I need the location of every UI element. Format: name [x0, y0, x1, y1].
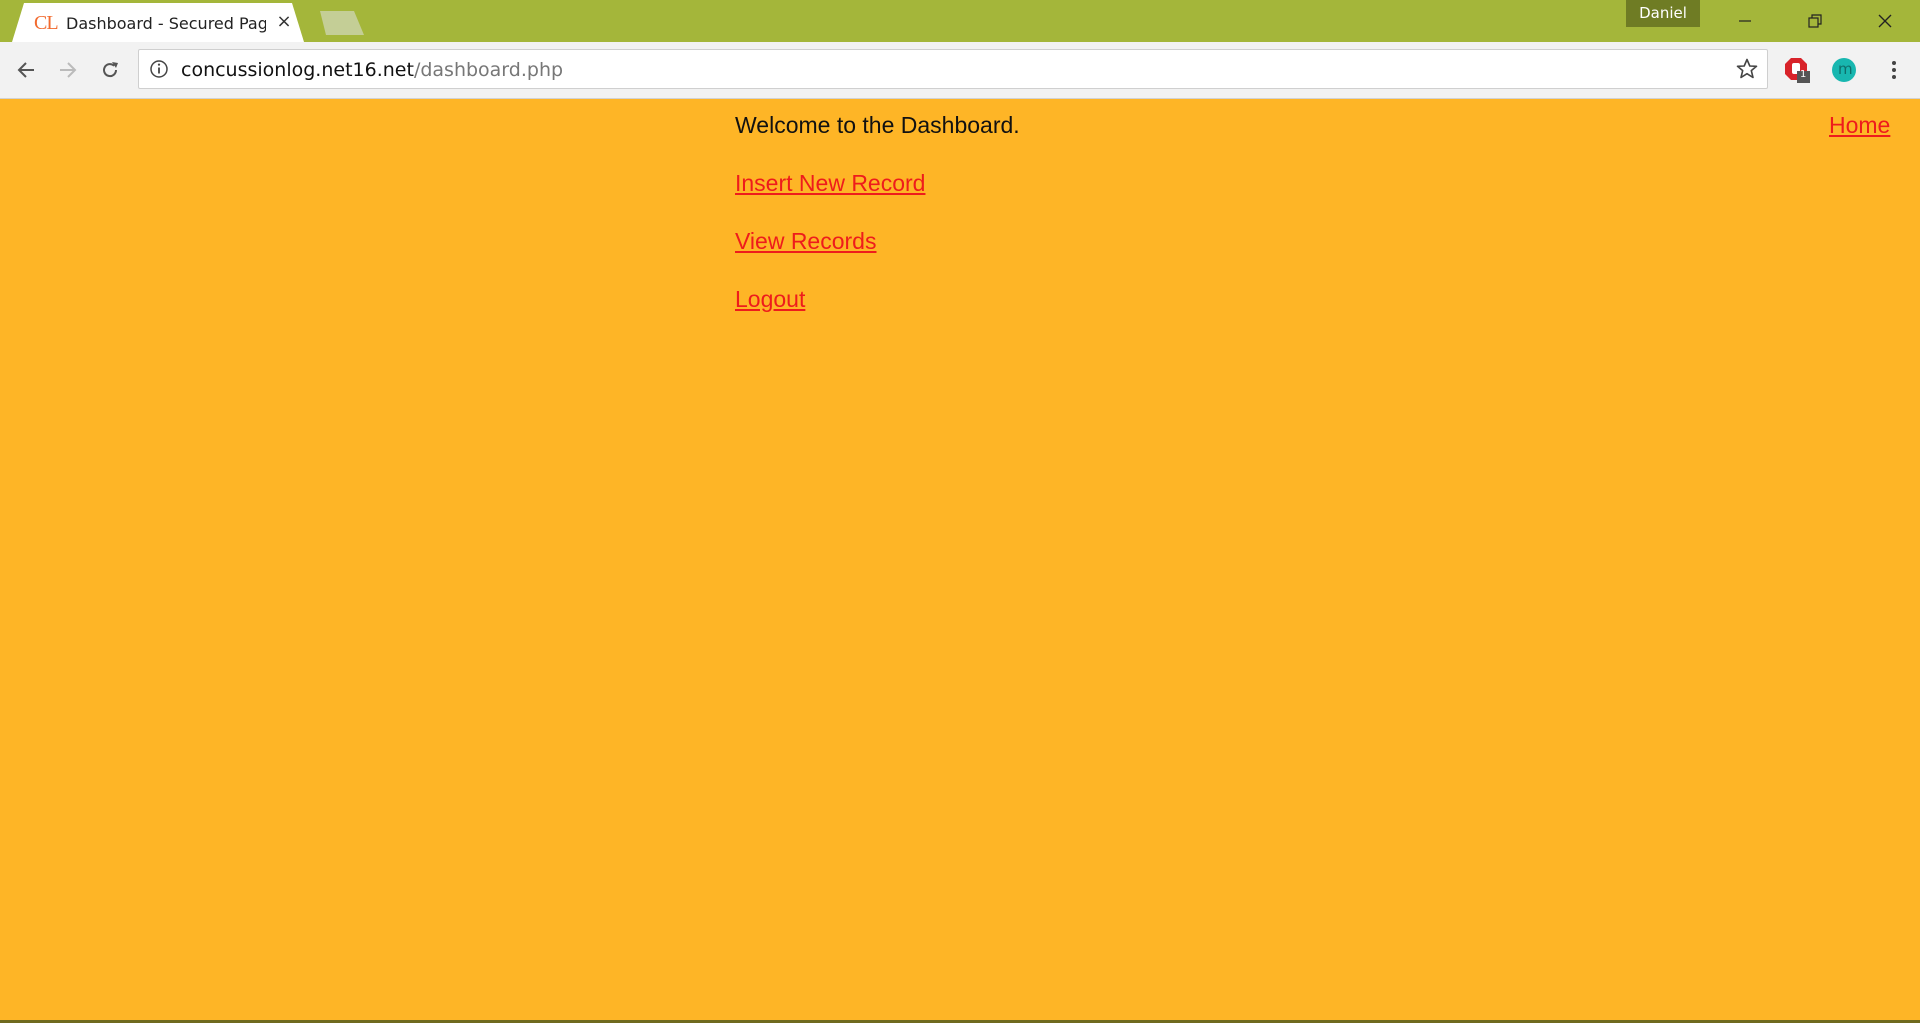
browser-titlebar: CL Dashboard - Secured Page × Daniel	[0, 0, 1920, 42]
close-window-icon[interactable]	[1850, 0, 1920, 42]
profile-button[interactable]: Daniel	[1626, 0, 1700, 27]
browser-toolbar: concussionlog.net16.net/dashboard.php 1 …	[0, 42, 1920, 99]
view-records-link[interactable]: View Records	[735, 228, 876, 255]
insert-new-record-link[interactable]: Insert New Record	[735, 170, 925, 197]
tab-close-icon[interactable]: ×	[274, 12, 294, 32]
browser-menu-icon[interactable]	[1876, 52, 1912, 88]
m-extension-icon[interactable]: m	[1830, 56, 1858, 84]
extension-badge: 1	[1800, 69, 1807, 80]
adblock-extension-icon[interactable]: 1	[1783, 56, 1811, 84]
site-info-icon[interactable]	[149, 59, 169, 79]
welcome-text: Welcome to the Dashboard.	[735, 112, 1020, 138]
url-text: concussionlog.net16.net/dashboard.php	[181, 59, 563, 81]
forward-arrow-icon[interactable]	[50, 52, 86, 88]
bookmark-star-icon[interactable]	[1735, 57, 1759, 81]
extension-letter: m	[1838, 60, 1853, 78]
restore-icon[interactable]	[1780, 0, 1850, 42]
back-arrow-icon[interactable]	[8, 52, 44, 88]
url-path: /dashboard.php	[413, 59, 564, 81]
tab-favicon-icon: CL	[34, 12, 59, 34]
url-host: concussionlog.net16.net	[181, 59, 414, 81]
address-bar[interactable]: concussionlog.net16.net/dashboard.php	[138, 49, 1768, 89]
home-link[interactable]: Home	[1829, 112, 1890, 139]
new-tab-button[interactable]	[320, 11, 364, 35]
minimize-icon[interactable]	[1710, 0, 1780, 42]
page-content: Welcome to the Dashboard. Home Insert Ne…	[0, 99, 1920, 1023]
logout-link[interactable]: Logout	[735, 286, 805, 313]
browser-tab-active[interactable]: CL Dashboard - Secured Page ×	[12, 3, 304, 42]
tab-title: Dashboard - Secured Page	[66, 14, 266, 33]
reload-icon[interactable]	[92, 52, 128, 88]
